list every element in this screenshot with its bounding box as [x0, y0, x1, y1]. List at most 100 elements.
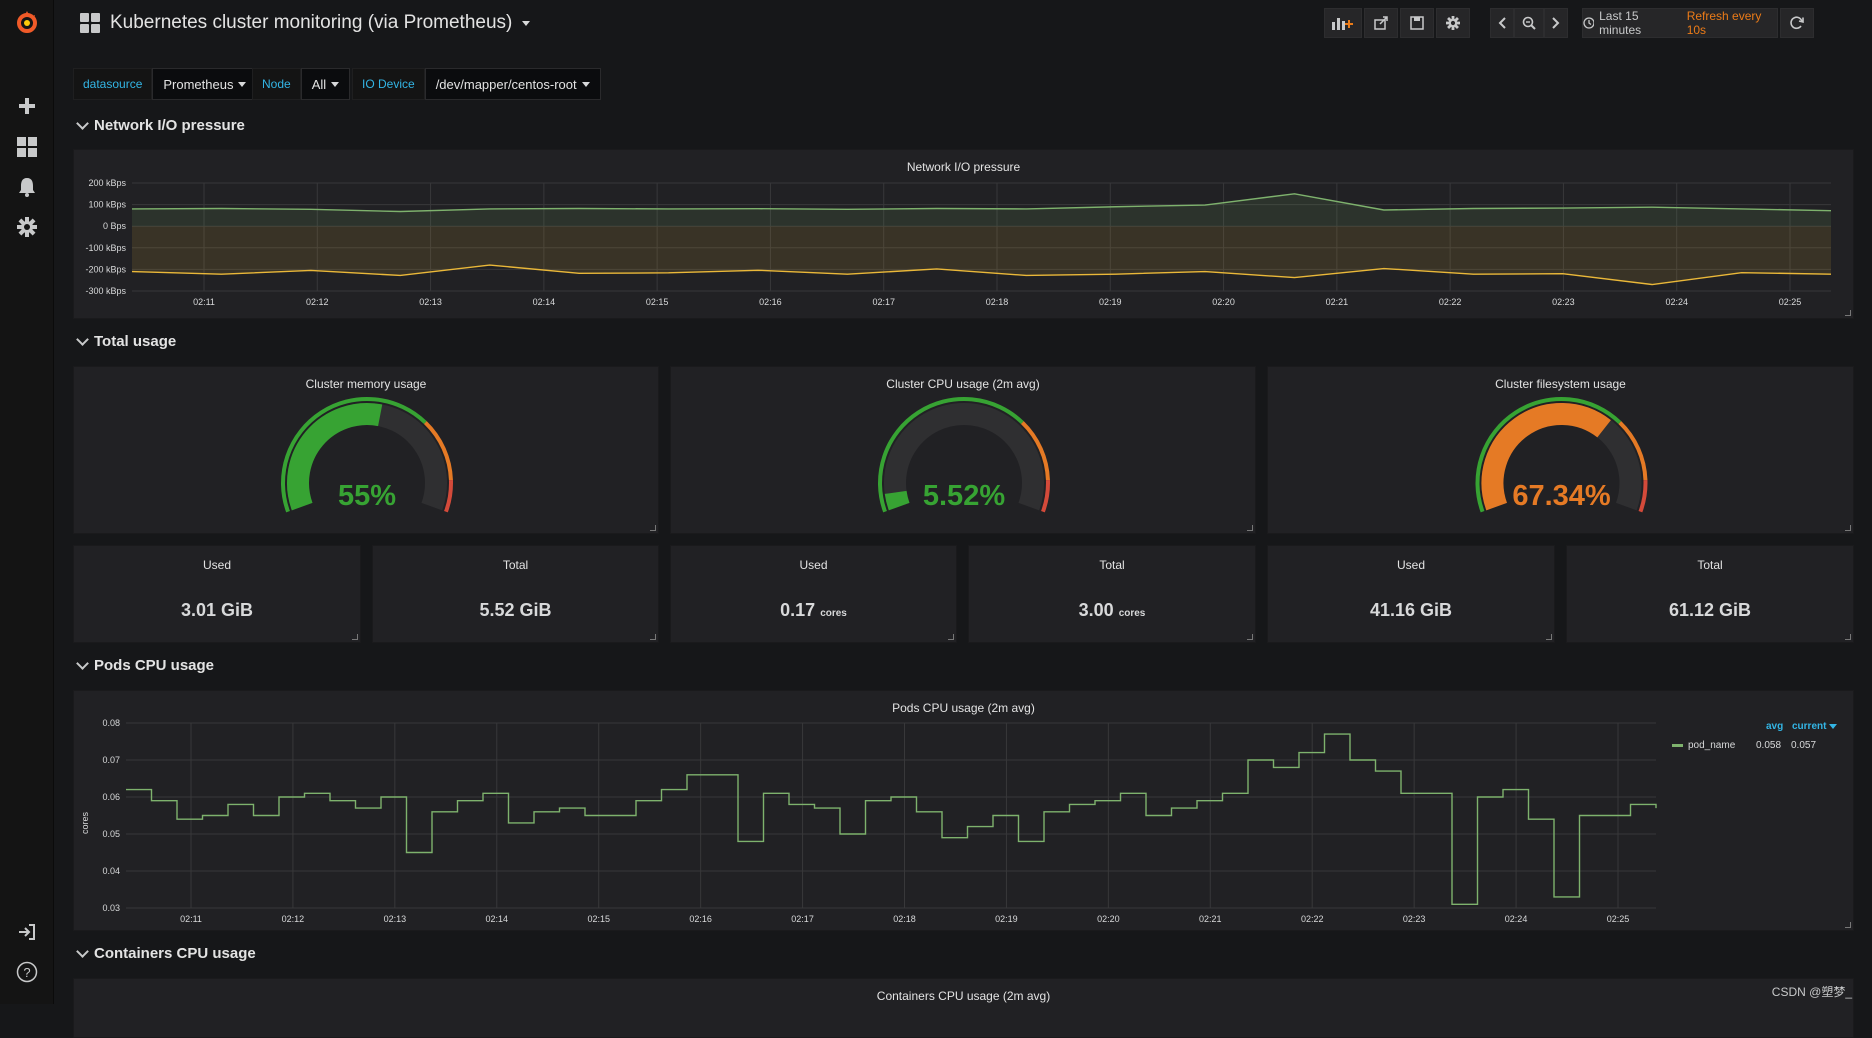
cpu-used-stat: Used 0.17 cores	[670, 545, 957, 643]
filesystem-total-stat: Total 61.12 GiB	[1566, 545, 1854, 643]
help-icon[interactable]: ?	[13, 958, 40, 985]
stat-value: 41.16 GiB	[1369, 600, 1453, 620]
x-tick-label: 02:23	[1552, 297, 1575, 307]
time-forward-icon	[1552, 17, 1560, 29]
panel-resize-handle[interactable]	[650, 634, 656, 640]
x-tick-label: 02:12	[306, 297, 329, 307]
dashboards-icon[interactable]	[13, 133, 40, 160]
panel-resize-handle[interactable]	[1845, 922, 1851, 928]
x-tick-label: 02:15	[587, 914, 610, 924]
pods-cpu-chart[interactable]: 0.08 0.07 0.06 0.05 0.04 0.03 02:11 02:12 02:13 0…	[74, 691, 1855, 932]
network-io-panel: Network I/O pressure 200 kBps 100 kBps 0 B…	[73, 149, 1854, 319]
dashboard-title: Kubernetes cluster monitoring (via Prome…	[110, 12, 513, 33]
legend-item-pod-name[interactable]: pod_name 0.058 0.057	[1672, 740, 1816, 751]
legend-current-header[interactable]: current	[1792, 721, 1838, 732]
row-pods-cpu[interactable]: Pods CPU usage	[76, 656, 215, 674]
stat-unit: cores	[820, 608, 847, 619]
stat-value: 3.01 GiB	[180, 600, 254, 620]
x-tick-label: 02:23	[1403, 914, 1426, 924]
dashboard-picker[interactable]: Kubernetes cluster monitoring (via Prome…	[80, 12, 531, 34]
sign-in-icon[interactable]	[13, 918, 40, 945]
x-tick-label: 02:21	[1199, 914, 1222, 924]
x-tick-label: 02:13	[419, 297, 442, 307]
variable-value: Prometheus	[163, 76, 234, 92]
variable-value: All	[311, 76, 327, 92]
chevron-down-icon	[76, 656, 89, 670]
x-tick-label: 02:24	[1505, 914, 1528, 924]
containers-cpu-panel: Containers CPU usage (2m avg)	[73, 978, 1854, 1038]
stat-label: Used	[1396, 558, 1425, 572]
side-menu: ?	[0, 0, 54, 1004]
filesystem-gauge-panel: Cluster filesystem usage 67.34%	[1267, 366, 1854, 534]
row-title: Pods CPU usage	[94, 657, 215, 674]
watermark: CSDN @塑梦_	[1771, 985, 1852, 999]
time-shift-back-button[interactable]	[1490, 8, 1514, 38]
panel-resize-handle[interactable]	[1845, 525, 1851, 531]
legend-color-swatch	[1672, 744, 1683, 747]
panel-resize-handle[interactable]	[1546, 634, 1552, 640]
panel-resize-handle[interactable]	[1247, 634, 1253, 640]
node-select[interactable]: All	[300, 68, 351, 100]
y-tick-label: -100 kBps	[85, 243, 126, 253]
alerting-bell-icon[interactable]	[13, 173, 40, 200]
network-io-chart[interactable]: 200 kBps 100 kBps 0 Bps -100 kBps -200 kBps -…	[74, 150, 1855, 320]
x-tick-label: 02:25	[1607, 914, 1630, 924]
time-shift-forward-button[interactable]	[1544, 8, 1568, 38]
variable-label: IO Device	[352, 68, 425, 100]
y-tick-label: 0.03	[102, 903, 120, 913]
gauge-value-text: 67.34%	[1512, 480, 1611, 512]
chevron-down-icon	[522, 20, 531, 26]
x-tick-label: 02:20	[1097, 914, 1120, 924]
save-dashboard-button[interactable]	[1400, 8, 1434, 38]
row-title: Network I/O pressure	[94, 117, 245, 134]
variable-datasource: datasource Prometheus	[73, 68, 258, 100]
y-tick-label: 0.05	[102, 829, 120, 839]
y-tick-label: 200 kBps	[88, 178, 126, 188]
x-tick-label: 02:21	[1326, 297, 1349, 307]
row-network-io[interactable]: Network I/O pressure	[76, 116, 245, 134]
x-tick-label: 02:14	[486, 914, 509, 924]
x-tick-label: 02:17	[872, 297, 895, 307]
clock-icon	[1583, 17, 1595, 29]
plus-icon[interactable]	[13, 92, 40, 119]
configuration-gear-icon[interactable]	[13, 213, 40, 240]
legend-avg-header[interactable]: avg	[1766, 721, 1783, 732]
refresh-button[interactable]	[1780, 8, 1814, 38]
panel-resize-handle[interactable]	[1845, 310, 1851, 316]
dashboard-settings-button[interactable]	[1436, 8, 1470, 38]
x-tick-label: 02:14	[533, 297, 556, 307]
gauge-value-text: 5.52%	[923, 480, 1005, 512]
add-panel-button[interactable]	[1324, 8, 1362, 38]
share-button[interactable]	[1364, 8, 1398, 38]
y-tick-label: -200 kBps	[85, 264, 126, 274]
io-device-select[interactable]: /dev/mapper/centos-root	[424, 68, 601, 100]
datasource-select[interactable]: Prometheus	[152, 68, 258, 100]
x-tick-label: 02:19	[995, 914, 1018, 924]
x-tick-label: 02:18	[893, 914, 916, 924]
memory-used-stat: Used 3.01 GiB	[73, 545, 361, 643]
panel-resize-handle[interactable]	[1845, 634, 1851, 640]
panel-resize-handle[interactable]	[650, 525, 656, 531]
x-tick-label: 02:22	[1301, 914, 1324, 924]
time-range-label: Last 15 minutes	[1599, 9, 1642, 37]
refresh-icon	[1790, 16, 1804, 30]
panel-resize-handle[interactable]	[948, 634, 954, 640]
y-tick-label: 0.04	[102, 866, 120, 876]
stat-label: Used	[799, 558, 828, 572]
y-tick-label: 0.07	[102, 755, 120, 765]
dashboard-grid-icon	[80, 13, 100, 33]
zoom-out-button[interactable]	[1514, 8, 1544, 38]
cpu-total-stat: Total 3.00 cores	[968, 545, 1256, 643]
row-containers-cpu[interactable]: Containers CPU usage	[76, 944, 256, 962]
y-tick-label: 0 Bps	[103, 221, 127, 231]
variable-value: /dev/mapper/centos-root	[435, 76, 577, 92]
row-total-usage[interactable]: Total usage	[76, 332, 176, 350]
save-icon	[1410, 16, 1424, 30]
x-tick-label: 02:12	[282, 914, 305, 924]
panel-resize-handle[interactable]	[352, 634, 358, 640]
time-picker-button[interactable]: Last 15 minutes Refresh every 10s	[1582, 8, 1778, 38]
chevron-down-icon	[238, 81, 247, 87]
grafana-logo-icon[interactable]	[13, 9, 40, 36]
y-tick-label: 0.06	[102, 792, 120, 802]
panel-resize-handle[interactable]	[1247, 525, 1253, 531]
